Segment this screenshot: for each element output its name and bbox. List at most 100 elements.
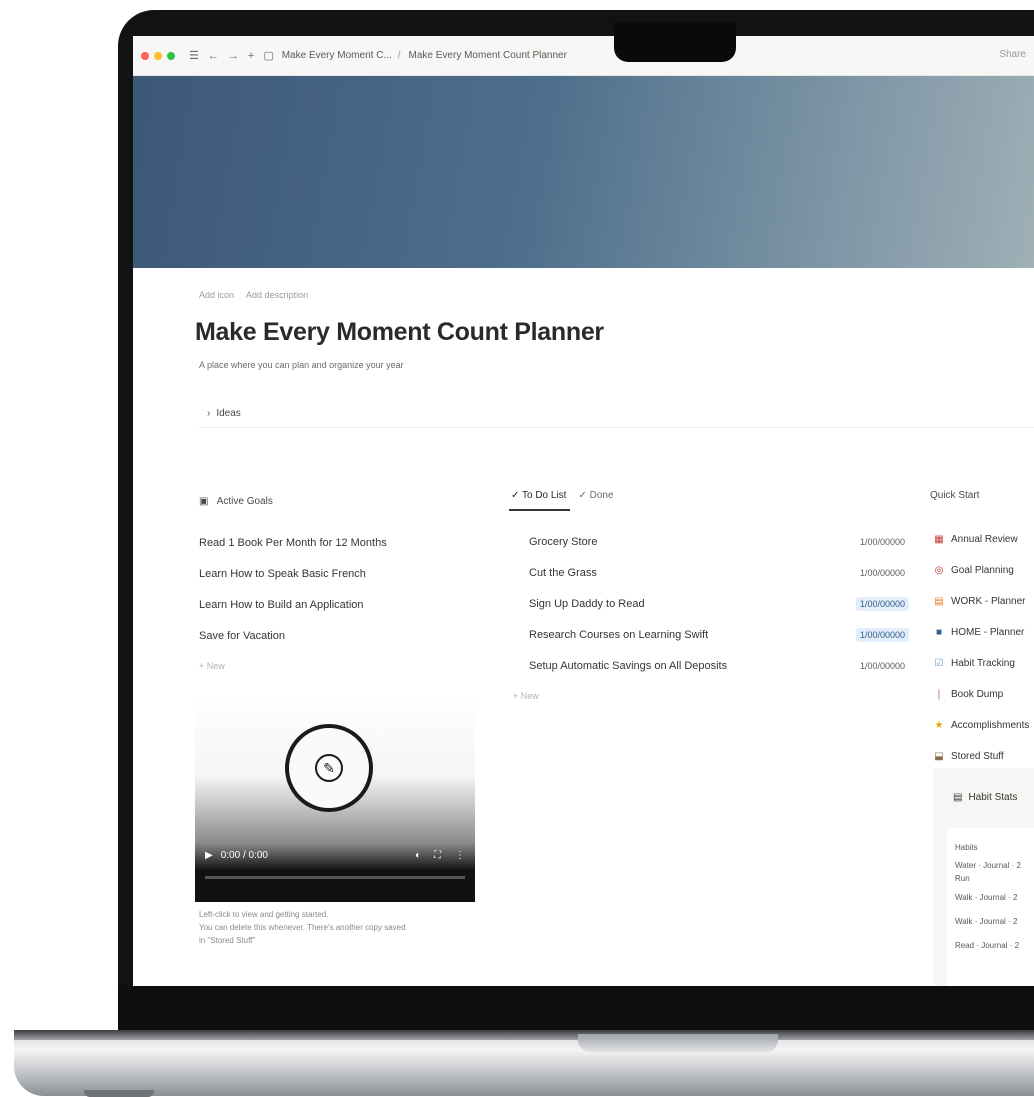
page-title: Make Every Moment Count Planner [195, 318, 604, 346]
goal-item[interactable]: Learn How to Build an Application [199, 590, 387, 621]
ideas-toggle[interactable]: › Ideas [199, 400, 1034, 428]
habit-stats-row: Read · Journal · 2 [955, 941, 1020, 950]
page-actions: Add icon Add description [199, 290, 318, 300]
tab-todo-label: To Do List [521, 490, 567, 501]
todo-tabs: ✓ To Do List ✓ Done [509, 490, 624, 511]
new-todo-label: New [520, 691, 539, 701]
todo-task: Grocery Store [529, 535, 598, 548]
habit-stats-row: Walk · Journal · 2 [955, 917, 1018, 926]
todo-task: Research Courses on Learning Swift [529, 628, 709, 641]
video-logo: ✎ [285, 724, 373, 812]
calendar-icon: ▦ [934, 534, 944, 545]
todo-task: Setup Automatic Savings on All Deposits [529, 659, 728, 672]
video-caption: Left-click to view and getting started. … [199, 908, 489, 947]
todo-row[interactable]: Research Courses on Learning Swift 1/00/… [529, 619, 909, 650]
todo-row[interactable]: Sign Up Daddy to Read 1/00/00000 [529, 588, 909, 619]
brush-icon: ✎ [315, 754, 343, 782]
cover-image [133, 76, 1034, 268]
play-icon[interactable]: ▶ [205, 850, 213, 861]
quick-start-label: Accomplishments [951, 720, 1030, 731]
add-page-icon[interactable]: + [248, 50, 254, 62]
maximize-window-icon[interactable] [167, 51, 175, 60]
new-todo-button[interactable]: + New [513, 682, 539, 710]
trophy-icon: ★ [934, 720, 944, 731]
quick-start-book-dump[interactable]: ❘ Book Dump [933, 679, 1029, 710]
goal-item[interactable]: Learn How to Speak Basic French [199, 559, 387, 590]
todo-row[interactable]: Grocery Store 1/00/00000 [529, 526, 909, 557]
quick-start-accomplishments[interactable]: ★ Accomplishments [933, 710, 1030, 741]
tab-done-label: Done [589, 490, 614, 501]
quick-start-label: Book Dump [951, 689, 1004, 700]
new-goal-label: New [206, 661, 225, 671]
quick-start-goal-planning[interactable]: ◎ Goal Planning [933, 555, 1029, 586]
quick-start-label: HOME - Planner [951, 627, 1025, 638]
page-subtitle: A place where you can plan and organize … [199, 360, 404, 370]
laptop-base-lip [14, 1030, 1034, 1040]
quick-start-header: Quick Start [930, 490, 980, 501]
breadcrumb-workspace[interactable]: Make Every Moment C... [282, 50, 392, 61]
todo-row[interactable]: Cut the Grass 1/00/00000 [529, 557, 909, 588]
volume-icon[interactable]: ◖ [414, 850, 420, 861]
tab-todo-list[interactable]: ✓ To Do List [509, 490, 571, 511]
goal-item[interactable]: Read 1 Book Per Month for 12 Months [199, 528, 387, 559]
browser-toolbar: ☰ ← → + ▢ Make Every Moment C... / Make … [133, 36, 1034, 76]
more-options-icon[interactable]: ⋮ [455, 850, 465, 861]
stats-icon: ▤ [953, 792, 963, 803]
quick-start-label: Annual Review [951, 534, 1018, 545]
target-icon: ◎ [934, 565, 944, 576]
sidebar-toggle-icon[interactable]: ☰ [189, 49, 199, 62]
tab-done[interactable]: ✓ Done [576, 490, 617, 511]
quick-start-habit-tracking[interactable]: ☑ Habit Tracking [933, 648, 1029, 679]
video-controls: ▶ 0:00 / 0:00 ◖ ⛶ ⋮ [195, 840, 475, 870]
video-progress-bar[interactable] [205, 876, 465, 879]
add-icon-button[interactable]: Add icon [199, 290, 234, 300]
habit-stats-table: Habits Water · Journal · 2 Run Walk · Jo… [947, 828, 1034, 986]
briefcase-icon: ▤ [934, 596, 944, 607]
close-window-icon[interactable] [141, 51, 149, 60]
quick-start-home-planner[interactable]: ■ HOME - Planner [933, 617, 1029, 648]
quick-start-list: ▦ Annual Review ◎ Goal Planning ▤ WORK - Pl… [933, 524, 1029, 772]
breadcrumb-separator: / [397, 50, 401, 61]
quick-start-annual-review[interactable]: ▦ Annual Review [933, 524, 1029, 555]
fullscreen-icon[interactable]: ⛶ [434, 850, 441, 861]
todo-date-highlighted: 1/00/00000 [855, 596, 909, 611]
goals-icon: ▣ [199, 496, 209, 507]
habit-stats-row: Walk · Journal · 2 [955, 893, 1018, 902]
page-icon: ▢ [263, 50, 274, 62]
ideas-label: Ideas [216, 408, 241, 419]
back-arrow-icon[interactable]: ← [208, 50, 219, 62]
quick-start-work-planner[interactable]: ▤ WORK - Planner [933, 586, 1029, 617]
caption-line: in "Stored Stuff" [199, 936, 256, 945]
video-time: 0:00 / 0:00 [220, 849, 268, 861]
todo-date: 1/00/00000 [859, 536, 905, 547]
active-goals-header: ▣ Active Goals [199, 496, 273, 507]
book-icon: ❘ [934, 689, 944, 700]
todo-date-highlighted: 1/00/00000 [855, 627, 909, 642]
quick-start-label: Habit Tracking [951, 658, 1015, 669]
todo-date: 1/00/00000 [859, 567, 905, 578]
todo-list: Grocery Store 1/00/00000 Cut the Grass 1… [529, 526, 909, 681]
active-goals-title: Active Goals [216, 496, 273, 507]
home-icon: ■ [935, 627, 943, 638]
habit-stats-card[interactable]: ▤ Habit Stats Habits Water · Journal · 2 … [933, 768, 1034, 986]
forward-arrow-icon[interactable]: → [228, 50, 239, 62]
new-goal-button[interactable]: + New [199, 652, 387, 680]
share-button[interactable]: Share [999, 49, 1026, 60]
habit-stats-row: Habits [955, 843, 978, 852]
quick-start-label: Stored Stuff [951, 751, 1004, 762]
breadcrumb-page[interactable]: Make Every Moment Count Planner [409, 50, 567, 61]
intro-video[interactable]: ✎ ▶ 0:00 / 0:00 ◖ ⛶ ⋮ [195, 692, 475, 902]
habit-stats-label: Habit Stats [968, 792, 1018, 803]
todo-date: 1/00/00000 [859, 660, 905, 671]
quick-start-label: WORK - Planner [951, 596, 1026, 607]
toggle-arrow-icon: › [207, 408, 211, 419]
laptop-thumb-notch [578, 1034, 778, 1052]
page-body: Add icon Add description Make Every Mome… [133, 268, 1034, 986]
laptop-chin [118, 985, 1034, 1035]
todo-task: Sign Up Daddy to Read [529, 597, 645, 610]
goal-item[interactable]: Save for Vacation [199, 621, 387, 652]
todo-row[interactable]: Setup Automatic Savings on All Deposits … [529, 650, 909, 681]
laptop-camera-notch [614, 22, 736, 62]
minimize-window-icon[interactable] [154, 51, 162, 60]
add-description-button[interactable]: Add description [246, 290, 308, 300]
